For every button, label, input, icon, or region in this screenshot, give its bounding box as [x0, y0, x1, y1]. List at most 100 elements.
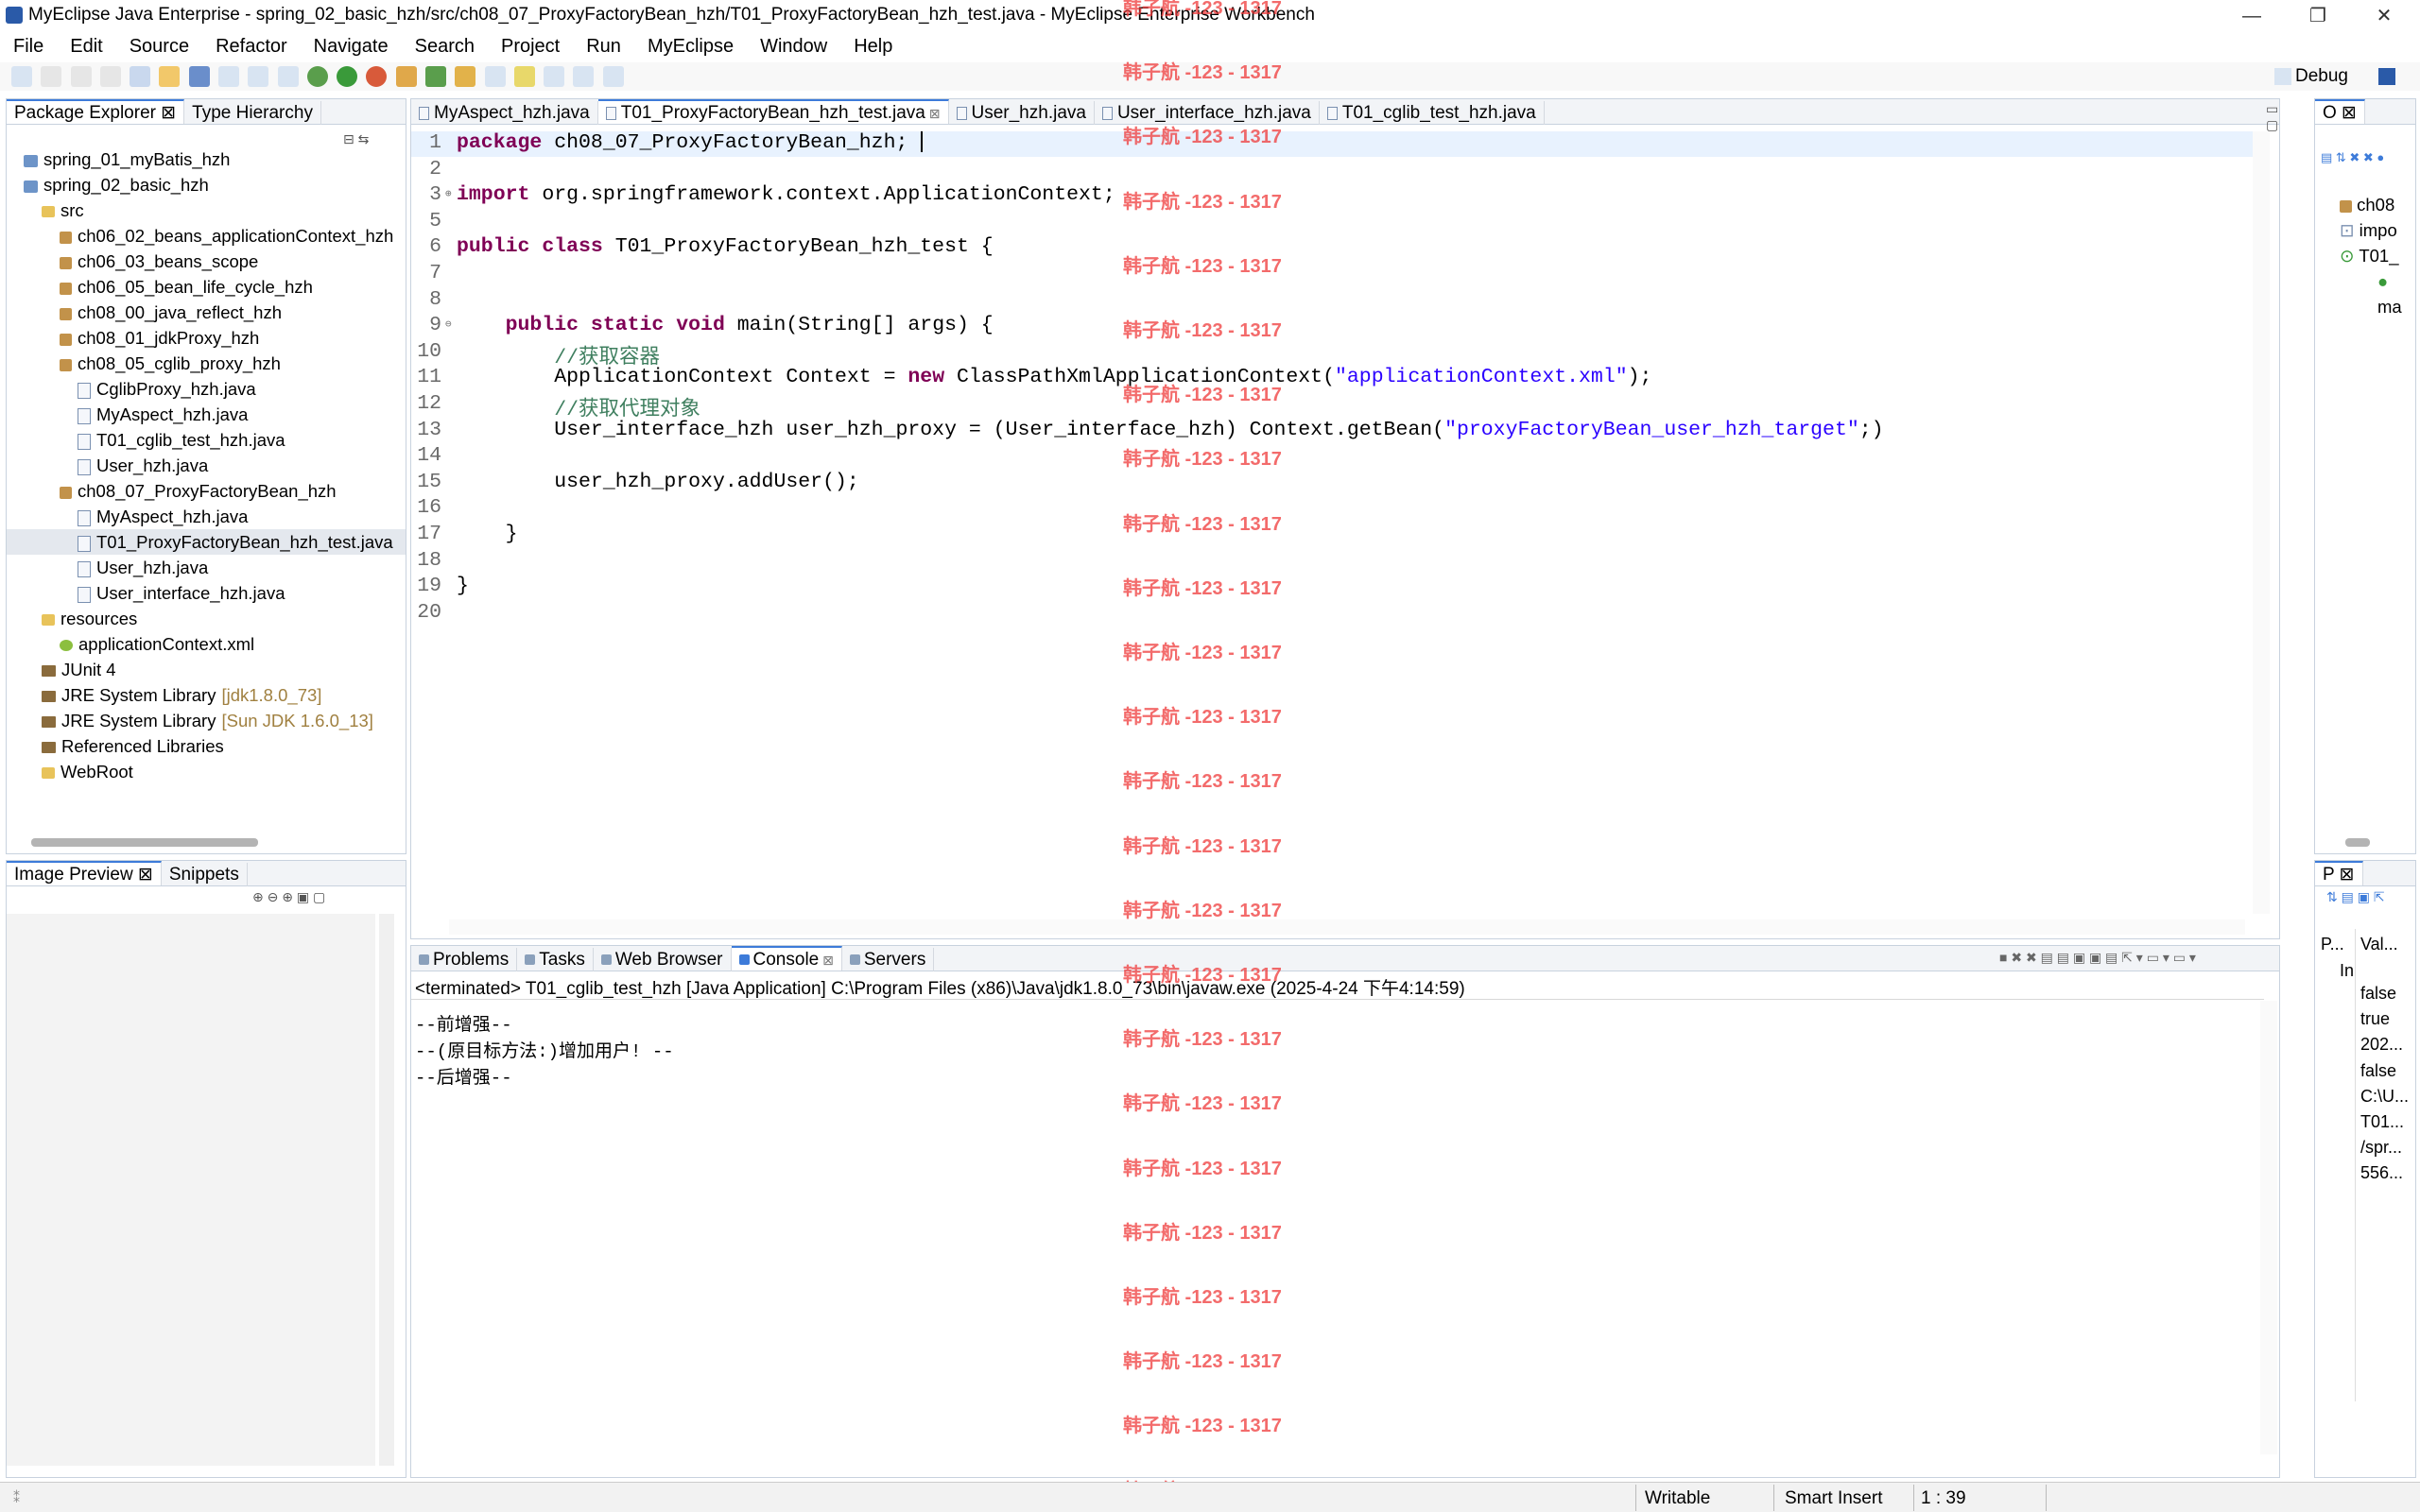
- outline-item[interactable]: ⊡ impo: [2340, 217, 2415, 243]
- tree-item[interactable]: ch08_01_jdkProxy_hzh: [7, 325, 406, 351]
- tree-item[interactable]: T01_cglib_test_hzh.java: [7, 427, 406, 453]
- open-type-icon[interactable]: [159, 66, 181, 87]
- menu-edit[interactable]: Edit: [57, 32, 115, 60]
- editor-tab[interactable]: MyAspect_hzh.java: [411, 101, 598, 125]
- tree-item[interactable]: CglibProxy_hzh.java: [7, 376, 406, 402]
- tab-properties[interactable]: P ⊠: [2315, 861, 2363, 885]
- tree-item[interactable]: User_interface_hzh.java: [7, 580, 406, 606]
- tree-item[interactable]: JRE System Library [Sun JDK 1.6.0_13]: [7, 708, 406, 733]
- server-icon[interactable]: [248, 66, 269, 87]
- collapse-all-icon[interactable]: ⊟ ⇆: [343, 131, 369, 147]
- browser-icon[interactable]: [277, 66, 299, 87]
- editor-vertical-scrollbar[interactable]: [2253, 131, 2270, 914]
- open-perspective-icon[interactable]: [2274, 68, 2291, 85]
- fold-toggle-icon[interactable]: ⊕: [445, 187, 452, 200]
- horizontal-scrollbar[interactable]: [31, 838, 258, 847]
- tree-item[interactable]: ch08_00_java_reflect_hzh: [7, 300, 406, 325]
- restore-button[interactable]: ❐: [2290, 2, 2346, 30]
- tab-outline[interactable]: O ⊠: [2315, 99, 2365, 124]
- menu-help[interactable]: Help: [840, 32, 906, 60]
- print-icon[interactable]: [99, 66, 121, 87]
- close-tab-icon[interactable]: ⊠: [819, 953, 834, 968]
- fold-toggle-icon[interactable]: ⊖: [445, 318, 452, 331]
- debug-icon[interactable]: [306, 66, 328, 87]
- new-icon[interactable]: [11, 66, 32, 87]
- external-tools-icon[interactable]: [366, 66, 388, 87]
- tree-item[interactable]: resources: [7, 606, 406, 631]
- tree-item[interactable]: Referenced Libraries: [7, 733, 406, 759]
- close-button[interactable]: ✕: [2356, 2, 2412, 30]
- next-annotation-icon[interactable]: [544, 66, 565, 87]
- menu-source[interactable]: Source: [116, 32, 202, 60]
- new-package-icon[interactable]: [395, 66, 417, 87]
- code-editor[interactable]: 1 package ch08_07_ProxyFactoryBean_hzh; 2 3…: [411, 126, 2273, 910]
- tree-item[interactable]: ch06_03_beans_scope: [7, 249, 406, 274]
- vertical-scrollbar[interactable]: [379, 914, 394, 1466]
- new-class-icon[interactable]: [424, 66, 446, 87]
- tree-item[interactable]: applicationContext.xml: [7, 631, 406, 657]
- console-vertical-scrollbar[interactable]: [2260, 1001, 2277, 1454]
- save-all-icon[interactable]: [70, 66, 92, 87]
- outline-item[interactable]: ⊙ T01_: [2340, 243, 2415, 268]
- minimize-button[interactable]: —: [2223, 2, 2280, 30]
- console-tab[interactable]: Console ⊠: [731, 946, 842, 971]
- close-tab-icon[interactable]: ⊠: [925, 106, 941, 121]
- editor-tab[interactable]: T01_cglib_test_hzh.java: [1320, 101, 1545, 125]
- tree-item[interactable]: JRE System Library [jdk1.8.0_73]: [7, 682, 406, 708]
- properties-toolbar-icon[interactable]: ⇅ ▤ ▣ ⇱: [2326, 889, 2385, 905]
- menu-run[interactable]: Run: [573, 32, 634, 60]
- console-tab[interactable]: Tasks: [517, 948, 594, 971]
- tree-item[interactable]: src: [7, 198, 406, 223]
- outline-toolbar-icon[interactable]: ▤ ⇅ ✖ ✖ ●: [2321, 150, 2384, 165]
- menu-file[interactable]: File: [0, 32, 57, 60]
- tree-item[interactable]: MyAspect_hzh.java: [7, 402, 406, 427]
- tree-item[interactable]: ch08_05_cglib_proxy_hzh: [7, 351, 406, 376]
- editor-tab[interactable]: User_interface_hzh.java: [1095, 101, 1320, 125]
- menu-window[interactable]: Window: [747, 32, 840, 60]
- tree-item[interactable]: ch06_05_bean_life_cycle_hzh: [7, 274, 406, 300]
- menu-search[interactable]: Search: [402, 32, 488, 60]
- tab-snippets[interactable]: Snippets: [162, 863, 248, 886]
- menu-project[interactable]: Project: [488, 32, 573, 60]
- tab-image-preview[interactable]: Image Preview ⊠: [7, 861, 162, 885]
- editor-horizontal-scrollbar[interactable]: [449, 919, 2245, 935]
- zoom-toolbar-icon[interactable]: ⊕ ⊖ ⊕ ▣ ▢: [252, 889, 325, 905]
- annotation-icon[interactable]: [513, 66, 535, 87]
- new-wizard-icon[interactable]: [130, 66, 151, 87]
- deploy-icon[interactable]: [217, 66, 239, 87]
- back-icon[interactable]: [573, 66, 595, 87]
- menu-myeclipse[interactable]: MyEclipse: [634, 32, 747, 60]
- outline-item[interactable]: ch08: [2340, 192, 2415, 217]
- search-icon[interactable]: [484, 66, 506, 87]
- java-perspective-icon[interactable]: [2378, 68, 2395, 85]
- save-icon[interactable]: [41, 66, 62, 87]
- open-folder-icon[interactable]: [455, 66, 476, 87]
- console-toolbar-icon[interactable]: ■ ✖ ✖ ▤ ▤ ▣ ▣ ▤ ⇱ ▾ ▭ ▾ ▭ ▾: [1999, 950, 2196, 966]
- tree-item[interactable]: MyAspect_hzh.java: [7, 504, 406, 529]
- run-icon[interactable]: [337, 66, 358, 87]
- menu-navigate[interactable]: Navigate: [301, 32, 402, 60]
- editor-tab[interactable]: T01_ProxyFactoryBean_hzh_test.java ⊠: [597, 99, 949, 124]
- tree-item[interactable]: spring_02_basic_hzh: [7, 172, 406, 198]
- tree-item[interactable]: WebRoot: [7, 759, 406, 784]
- forward-icon[interactable]: [602, 66, 624, 87]
- tree-item[interactable]: ch08_07_ProxyFactoryBean_hzh: [7, 478, 406, 504]
- outline-scrollbar[interactable]: [2345, 838, 2370, 847]
- tree-item[interactable]: User_hzh.java: [7, 555, 406, 580]
- outline-item[interactable]: ● ma: [2340, 268, 2415, 319]
- tree-item[interactable]: User_hzh.java: [7, 453, 406, 478]
- tree-item[interactable]: ch06_02_beans_applicationContext_hzh: [7, 223, 406, 249]
- tree-item[interactable]: JUnit 4: [7, 657, 406, 682]
- tree-item[interactable]: T01_ProxyFactoryBean_hzh_test.java: [7, 529, 406, 555]
- open-task-icon[interactable]: [188, 66, 210, 87]
- menu-refactor[interactable]: Refactor: [202, 32, 301, 60]
- console-output[interactable]: --前增强-- --(原目标方法:)增加用户! -- --后增强--: [411, 1001, 2255, 1464]
- editor-tab[interactable]: User_hzh.java: [949, 101, 1095, 125]
- perspective-debug-button[interactable]: Debug: [2295, 66, 2348, 87]
- console-tab[interactable]: Problems: [411, 948, 518, 971]
- tree-item[interactable]: spring_01_myBatis_hzh: [7, 146, 406, 172]
- console-tab[interactable]: Servers: [842, 948, 935, 971]
- console-tab[interactable]: Web Browser: [594, 948, 732, 971]
- tab-package-explorer[interactable]: Package Explorer ⊠: [7, 99, 185, 124]
- tab-type-hierarchy[interactable]: Type Hierarchy: [184, 101, 321, 125]
